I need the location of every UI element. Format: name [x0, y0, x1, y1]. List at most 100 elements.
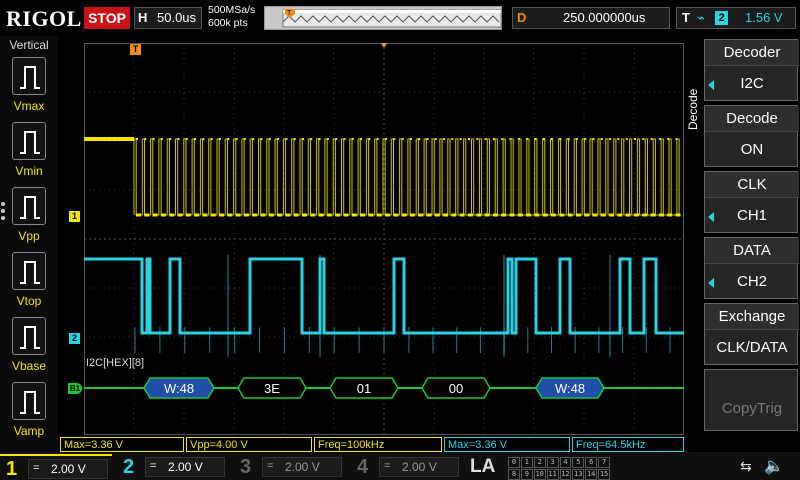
menu-decoder-button[interactable]: Decoder I2C	[704, 39, 799, 101]
channel-scale: = 2.00 V	[379, 457, 459, 477]
pulse-icon	[20, 66, 40, 89]
bus-packet-value: W:48	[555, 381, 585, 396]
coupling-icon: =	[150, 460, 157, 472]
horizontal-timebase[interactable]: H 50.0us	[134, 7, 202, 29]
trigger-position-marker[interactable]: T	[130, 44, 141, 55]
menu-item-value: CH2	[736, 273, 767, 290]
channel-number: 4	[357, 456, 369, 478]
measure-label: Vmax	[13, 99, 45, 113]
la-channel-grid[interactable]: 0 1 2 3 4 5 6 7 8 9 10 11 12 13 14 15	[508, 457, 610, 480]
run-stop-button[interactable]: STOP	[84, 7, 130, 29]
la-bit: 6	[585, 457, 598, 468]
menu-clk-button[interactable]: CLK CH1	[704, 171, 799, 233]
horizontal-delay[interactable]: D 250.000000us	[512, 7, 670, 29]
decode-menu: Decode Decoder I2C Decode ON CLK CH1 DATA CH2 Ex…	[686, 36, 800, 452]
svg-text:T: T	[287, 10, 292, 17]
menu-item-title: Decoder	[705, 40, 799, 66]
coupling-icon: =	[384, 460, 391, 472]
pulse-icon	[20, 391, 40, 414]
menu-exchange-button[interactable]: Exchange CLK/DATA	[704, 303, 799, 365]
bus1-marker[interactable]: B1	[68, 383, 82, 394]
measure-category-title: Vertical	[9, 38, 49, 52]
menu-page-dot	[1, 202, 5, 206]
pulse-icon	[20, 326, 40, 349]
la-bit: 1	[520, 457, 533, 468]
menu-copytrig-button[interactable]: CopyTrig	[704, 369, 798, 431]
channel-3-status[interactable]: 3 = 2.00 V	[234, 454, 346, 480]
la-bit: 11	[546, 469, 559, 480]
memory-position-bar[interactable]: T	[264, 6, 502, 30]
measurement-readout: Vpp=4.00 V	[186, 437, 312, 452]
measure-vtop-button[interactable]	[12, 252, 46, 290]
la-bit: 8	[508, 469, 520, 480]
acquisition-info: 500MSa/s 600k pts	[208, 4, 255, 30]
la-bit: 3	[546, 457, 559, 468]
menu-item-value: ON	[740, 141, 764, 158]
measure-vpp-button[interactable]	[12, 187, 46, 225]
measurement-readout: Max=3.36 V	[60, 437, 184, 452]
top-status-bar: RIGOL STOP H 50.0us 500MSa/s 600k pts T …	[0, 0, 800, 36]
measure-vbase-button[interactable]	[12, 317, 46, 355]
menu-decode-button[interactable]: Decode ON	[704, 105, 799, 167]
trigger-source: 2	[715, 11, 728, 25]
la-bit: 10	[533, 469, 546, 480]
channel-number: 2	[123, 456, 135, 478]
scale-value: 2.00 V	[285, 460, 320, 474]
usb-icon: ⇆	[740, 458, 752, 474]
la-bit: 2	[533, 457, 546, 468]
measurement-readout: Freq=64.5kHz	[572, 437, 684, 452]
channel-2-status[interactable]: 2 = 2.00 V	[117, 454, 229, 480]
memory-depth: 600k pts	[208, 17, 248, 29]
decode-format-label: I2C[HEX][8]	[86, 357, 145, 369]
scale-value: 2.00 V	[402, 460, 437, 474]
memory-waveform-preview: T	[282, 9, 502, 28]
logic-analyzer-label[interactable]: LA	[470, 454, 495, 480]
menu-data-button[interactable]: DATA CH2	[704, 237, 799, 299]
coupling-icon: =	[267, 460, 274, 472]
measure-menu: Vertical Vmax Vmin Vpp Vtop Vbase Vamp	[0, 36, 58, 452]
value-selector-arrow-icon	[708, 212, 714, 222]
la-bit: 5	[572, 457, 585, 468]
bus-packet-value: W:48	[164, 381, 194, 396]
la-bit: 9	[520, 469, 533, 480]
ch2-ground-marker[interactable]: 2	[69, 333, 80, 344]
scale-value: 2.00 V	[168, 460, 203, 474]
waveform-canvas: W:48 3E 01 00 W:48	[84, 42, 684, 435]
measurement-readout: Freq=100kHz	[314, 437, 442, 452]
measure-label: Vpp	[18, 229, 40, 243]
menu-item-value: I2C	[740, 75, 764, 92]
speaker-icon[interactable]: 🔈	[764, 456, 784, 476]
pulse-icon	[20, 196, 40, 219]
measure-vmin-button[interactable]	[12, 122, 46, 160]
channel-4-status[interactable]: 4 = 2.00 V	[351, 454, 463, 480]
waveform-display[interactable]: W:48 3E 01 00 W:48	[84, 42, 684, 435]
trigger-settings[interactable]: T ⌁ 2 1.56 V	[676, 7, 796, 29]
measure-label: Vbase	[11, 359, 47, 373]
ch1-ground-marker[interactable]: 1	[69, 211, 80, 222]
la-bit: 0	[508, 457, 520, 468]
trigger-edge-icon: ⌁	[697, 10, 705, 25]
delay-value: 250.000000us	[563, 10, 646, 25]
la-bit: 14	[585, 469, 598, 480]
menu-item-title: Decode	[705, 106, 799, 132]
channel-1-status[interactable]: 1 = 2.00 V	[0, 454, 112, 480]
channel-number: 3	[240, 456, 252, 478]
bus-packet-value: 01	[357, 381, 371, 396]
brand-logo: RIGOL	[6, 6, 82, 31]
measure-vmax-button[interactable]	[12, 57, 46, 95]
measure-label: Vamp	[13, 424, 45, 438]
menu-item-title: Exchange	[705, 304, 799, 330]
la-bit: 13	[572, 469, 585, 480]
timebase-value: 50.0us	[157, 10, 197, 25]
sample-rate: 500MSa/s	[208, 4, 256, 16]
menu-item-value: CH1	[736, 207, 767, 224]
measurement-readout: Max=3.36 V	[444, 437, 570, 452]
measure-label: Vtop	[16, 294, 42, 308]
measure-label: Vmin	[15, 164, 43, 178]
delay-label: D	[517, 10, 527, 25]
menu-item-title: DATA	[705, 238, 799, 264]
trigger-level: 1.56 V	[745, 10, 783, 25]
scale-value: 2.00 V	[51, 462, 86, 476]
menu-page-dot	[1, 216, 5, 220]
measure-vamp-button[interactable]	[12, 382, 46, 420]
